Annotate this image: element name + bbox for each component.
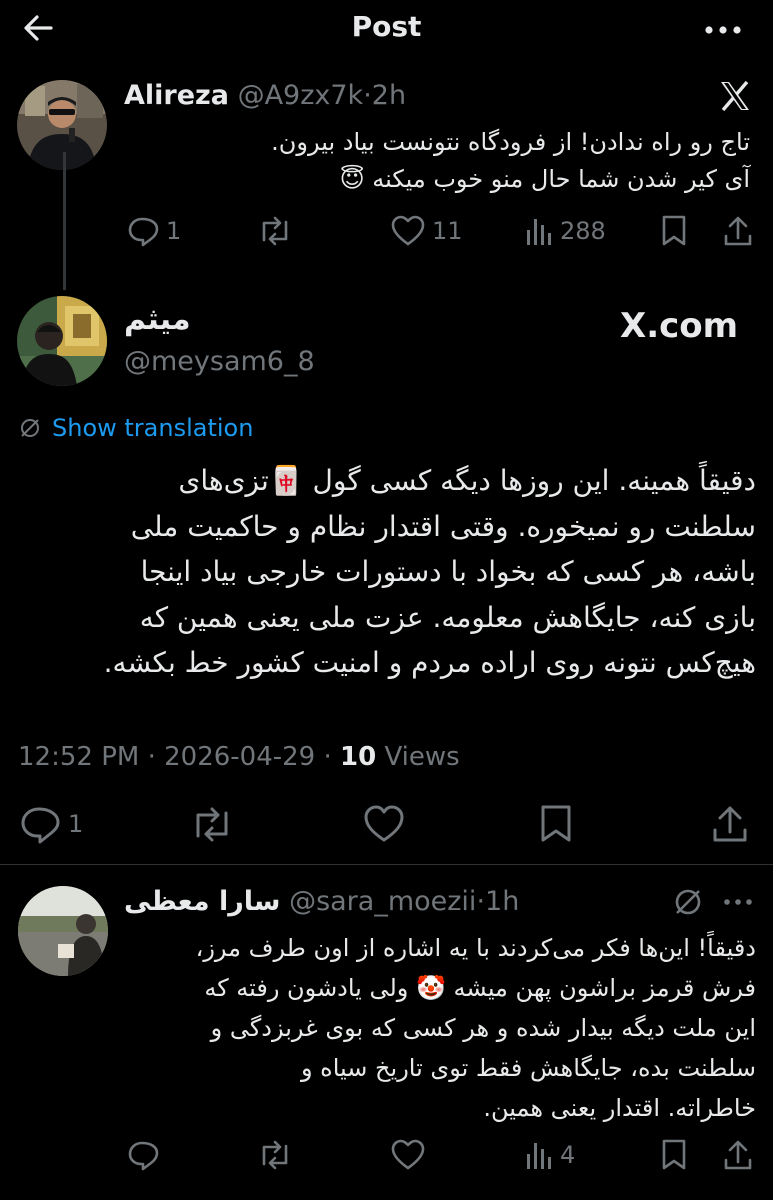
views-label: Views [384, 742, 460, 772]
avatar-sara[interactable] [18, 886, 108, 976]
share-button[interactable] [722, 1138, 754, 1172]
bookmark-button[interactable] [538, 804, 574, 844]
reply-header: سارا معظی @sara_moezii·1h [124, 886, 519, 917]
tweet-text-line: تاج رو راه ندادن! از فرودگاه نتونست بیاد… [271, 128, 750, 156]
views-button[interactable]: 288 [524, 214, 606, 248]
author-name[interactable]: سارا معظی [124, 886, 280, 917]
page-title: Post [351, 10, 422, 43]
divider [0, 864, 773, 865]
reply-text-line: فرش قرمز براشون پهن میشه 🤡 ولی یادشون رف… [204, 974, 756, 1002]
author-name[interactable]: Alireza [124, 80, 229, 111]
more-options-icon[interactable] [701, 8, 745, 48]
reply-count: 1 [68, 810, 84, 838]
author-handle[interactable]: @meysam6_8 [124, 346, 315, 377]
post-date[interactable]: 2026-04-29 [164, 742, 315, 772]
share-button[interactable] [710, 804, 750, 844]
tweet-text: تاج رو راه ندادن! از فرودگاه نتونست بیاد… [124, 124, 750, 198]
reply-text-line: خاطراته. اقتدار یعنی همین. [483, 1094, 756, 1122]
reply-button[interactable]: 1 [126, 214, 181, 248]
post-text-line: دقیقاً همینه. این روزها دیگه کسی گول 🀄تز… [178, 464, 756, 497]
post-time[interactable]: 12:52 PM [18, 742, 139, 772]
reply-count: 1 [166, 217, 182, 245]
tweet-header: Alireza @A9zx7k·2h [124, 80, 406, 111]
top-bar: Post [0, 0, 773, 56]
thread-connector-line [63, 152, 66, 290]
translate-icon[interactable] [672, 886, 704, 918]
post-text-line: باشه، هر کسی که بخواد با دستورات خارجی ب… [140, 555, 756, 588]
reply-text: دقیقاً! این‌ها فکر می‌کردند با یه اشاره … [124, 928, 756, 1128]
post-page: Post Alireza @A9zx7k·2h تاج رو راه ندادن… [0, 0, 773, 1200]
like-count: 11 [432, 217, 463, 245]
views-count: 288 [560, 217, 606, 245]
share-button[interactable] [722, 214, 754, 248]
views-count[interactable]: 10 [340, 742, 376, 772]
repost-button[interactable] [256, 1138, 294, 1172]
tweet-text-line: آی کیر شدن شما حال منو خوب میکنه 😇 [339, 165, 750, 193]
like-button[interactable] [390, 1138, 426, 1172]
separator-dot: · [476, 886, 486, 917]
analytics-icon [524, 1138, 554, 1172]
author-handle[interactable]: @sara_moezii [289, 886, 476, 917]
bookmark-button[interactable] [660, 1138, 688, 1172]
post-text-line: سلطنت رو نمیخوره. وقتی اقتدار نظام و حاک… [130, 509, 756, 543]
like-button[interactable]: 11 [390, 214, 463, 248]
bookmark-button[interactable] [660, 214, 688, 248]
xcom-watermark: X.com [620, 306, 739, 346]
reply-icon [18, 804, 62, 844]
views-button[interactable]: 4 [524, 1138, 575, 1172]
repost-button[interactable] [188, 804, 236, 844]
reply-button[interactable]: 1 [18, 804, 83, 844]
post-text-line: هیچ‌کس نتونه روی اراده مردم و امنیت کشور… [103, 646, 756, 679]
tweet-time[interactable]: 1h [485, 886, 519, 917]
x-logo-icon [718, 80, 752, 112]
reply-icon [126, 214, 160, 248]
reply-text-line: دقیقاً! این‌ها فکر می‌کردند با یه اشاره … [195, 934, 756, 962]
tweet-time[interactable]: 2h [372, 80, 406, 111]
avatar-alireza[interactable] [17, 80, 107, 170]
post-meta: 12:52 PM · 2026-04-29 · 10 Views [18, 742, 460, 772]
translate-icon [18, 416, 42, 440]
views-count: 4 [560, 1141, 576, 1169]
repost-button[interactable] [256, 214, 294, 248]
more-options-icon[interactable] [722, 890, 754, 914]
heart-icon [390, 214, 426, 248]
post-text-line: بازی کنه، جایگاهش معلومه. عزت ملی یعنی ه… [139, 600, 756, 634]
separator-dot: · [147, 742, 156, 772]
like-button[interactable] [362, 804, 406, 844]
avatar-meysam[interactable] [17, 296, 107, 386]
separator-dot: · [363, 80, 372, 111]
show-translation-label: Show translation [52, 414, 254, 442]
author-handle[interactable]: @A9zx7k [238, 80, 364, 111]
separator-dot: · [323, 742, 332, 772]
reply-text-line: سلطنت بده، جایگاهش فقط توی تاریخ سیاه و [300, 1054, 756, 1082]
reply-text-line: این ملت دیگه بیدار شده و هر کسی که بوی غ… [210, 1014, 756, 1042]
reply-button[interactable] [126, 1138, 160, 1172]
author-name[interactable]: میثم [124, 302, 191, 337]
show-translation-link[interactable]: Show translation [18, 414, 253, 442]
post-body: دقیقاً همینه. این روزها دیگه کسی گول 🀄تز… [18, 458, 756, 686]
analytics-icon [524, 214, 554, 248]
